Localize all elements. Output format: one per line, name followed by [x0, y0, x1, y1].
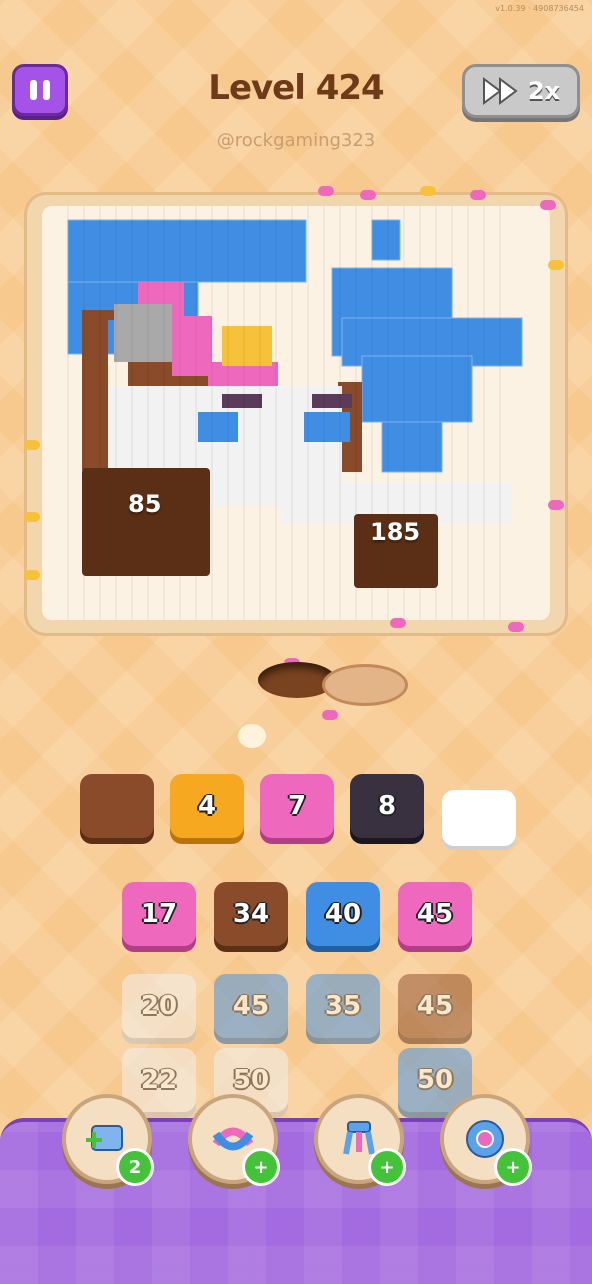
- magnet-plus: +: [494, 1148, 532, 1186]
- fast-forward-icon: [482, 77, 518, 105]
- add-slot-count: 2: [116, 1148, 154, 1186]
- ant-icon: [508, 622, 524, 632]
- queue-cube[interactable]: 45: [398, 882, 472, 946]
- queue-cube[interactable]: 40: [306, 882, 380, 946]
- ant-icon: [322, 710, 338, 720]
- claw-button[interactable]: +: [314, 1094, 406, 1186]
- claw-plus: +: [368, 1148, 406, 1186]
- shuffle-button[interactable]: +: [188, 1094, 280, 1186]
- ant-icon: [420, 186, 436, 196]
- speed-button[interactable]: 2x: [462, 64, 580, 118]
- ant-icon: [24, 570, 40, 580]
- magnet-button[interactable]: +: [440, 1094, 532, 1186]
- pause-button[interactable]: [12, 64, 68, 116]
- queue-cube-locked: 20: [122, 974, 196, 1038]
- hole-lid: [322, 664, 408, 706]
- speed-label: 2x: [527, 77, 561, 105]
- ant-icon: [24, 512, 40, 522]
- bubble: [238, 724, 266, 748]
- queue-cube[interactable]: 17: [122, 882, 196, 946]
- ant-icon: [360, 190, 376, 200]
- ant-icon: [540, 200, 556, 210]
- ant-icon: [470, 190, 486, 200]
- conveyor-bar: 4 7 8: [0, 770, 592, 860]
- build-version: v1.0.39 · 4908736454: [495, 4, 584, 13]
- conveyor-slot-4[interactable]: 8: [350, 774, 424, 838]
- shuffle-plus: +: [242, 1148, 280, 1186]
- left-stack-count: 85: [128, 490, 162, 518]
- queue-cube-locked: 35: [306, 974, 380, 1038]
- pause-icon: [30, 80, 37, 100]
- queue-cube[interactable]: 34: [214, 882, 288, 946]
- conveyor-slot-empty[interactable]: [442, 790, 516, 846]
- ant-icon: [24, 440, 40, 450]
- right-stack-count: 185: [370, 518, 421, 546]
- conveyor-slot-2[interactable]: 4: [170, 774, 244, 838]
- ant-icon: [548, 260, 564, 270]
- ant-icon: [318, 186, 334, 196]
- ant-icon: [390, 618, 406, 628]
- ant-icon: [548, 500, 564, 510]
- conveyor-slot-3[interactable]: 7: [260, 774, 334, 838]
- watermark: @rockgaming323: [216, 130, 376, 151]
- add-slot-button[interactable]: 2: [62, 1094, 154, 1186]
- level-title: Level 424: [208, 68, 384, 108]
- queue-cube-locked: 45: [398, 974, 472, 1038]
- conveyor-slot-1[interactable]: [80, 774, 154, 838]
- queue-cube-locked: 45: [214, 974, 288, 1038]
- pixel-art: [67, 206, 523, 620]
